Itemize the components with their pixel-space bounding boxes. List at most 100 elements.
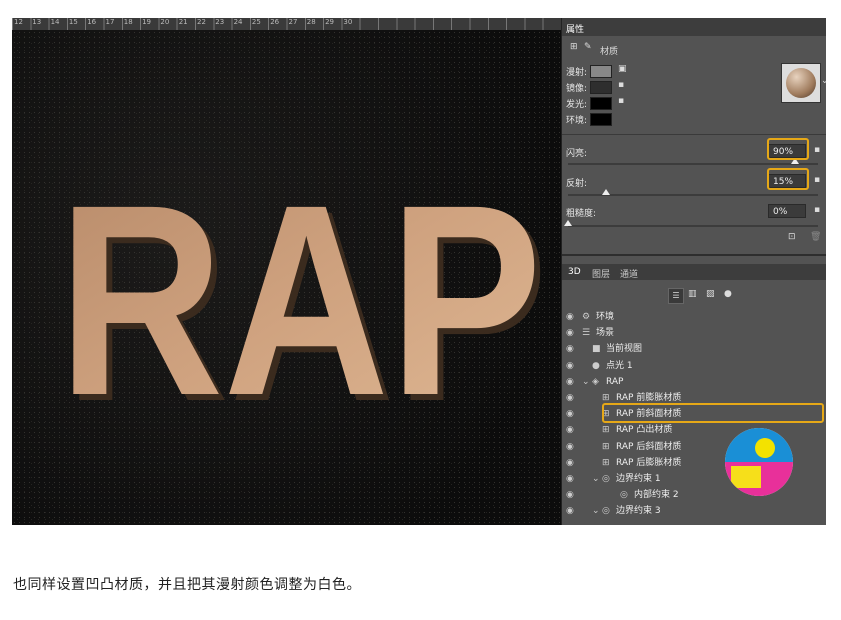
reflection-slider-thumb[interactable] bbox=[602, 189, 610, 195]
layer-row[interactable]: ◉ ⌄ ◈ RAP bbox=[562, 374, 826, 390]
tab-channels[interactable]: 通道 bbox=[620, 267, 638, 280]
layer-label: 内部约束 2 bbox=[634, 490, 679, 501]
shine-highlight-box bbox=[767, 138, 809, 160]
3d-filter-toolbar: ☰ ▥ ▨ ● bbox=[668, 288, 748, 304]
material-icon: ⊞ bbox=[602, 425, 610, 436]
material-filter-icon[interactable]: ▨ bbox=[706, 289, 715, 299]
visibility-eye-icon[interactable]: ◉ bbox=[566, 390, 574, 406]
visibility-eye-icon[interactable]: ◉ bbox=[566, 309, 574, 325]
shine-slider[interactable] bbox=[568, 163, 818, 165]
layer-row[interactable]: ◉ ⌄ ◎ 边界约束 3 bbox=[562, 503, 826, 519]
folder-icon[interactable]: ▪ bbox=[618, 80, 624, 90]
ruler-tick-label: 28 bbox=[306, 18, 316, 26]
ruler-tick-label: 26 bbox=[270, 18, 280, 26]
ruler-tick-label: 22 bbox=[197, 18, 206, 26]
visibility-eye-icon[interactable]: ◉ bbox=[566, 358, 574, 374]
expand-chevron-icon[interactable]: ⌄ bbox=[592, 503, 600, 519]
visibility-eye-icon[interactable]: ◉ bbox=[566, 471, 574, 487]
constraint-icon: ◎ bbox=[602, 506, 610, 517]
visibility-eye-icon[interactable]: ◉ bbox=[566, 422, 574, 438]
folder-icon[interactable]: ▪ bbox=[814, 145, 820, 155]
visibility-eye-icon[interactable]: ◉ bbox=[566, 374, 574, 390]
caption-text: 也同样设置凹凸材质，并且把其漫射颜色调整为白色。 bbox=[13, 577, 361, 593]
ruler-tick-label: 15 bbox=[68, 18, 78, 26]
roughness-slider-thumb[interactable] bbox=[564, 220, 572, 226]
ruler-tick-label: 30 bbox=[343, 18, 353, 26]
shine-label: 闪亮: bbox=[566, 149, 588, 159]
ruler-tick-label: 14 bbox=[50, 18, 60, 26]
mesh-icon: ◈ bbox=[592, 376, 599, 387]
folder-icon[interactable]: ▣ bbox=[618, 64, 627, 74]
layer-row[interactable]: ◉ ● 点光 1 bbox=[562, 358, 826, 374]
folder-icon[interactable]: ▪ bbox=[814, 175, 820, 185]
light-filter-icon[interactable]: ● bbox=[724, 289, 732, 299]
material-icon: ⊞ bbox=[602, 441, 610, 452]
material-mode-label: 材质 bbox=[600, 47, 619, 57]
trash-icon[interactable]: 🗑 bbox=[810, 232, 821, 242]
layer-label: 当前视图 bbox=[606, 344, 643, 355]
visibility-eye-icon[interactable]: ◉ bbox=[566, 325, 574, 341]
layer-label: RAP bbox=[606, 376, 624, 387]
ruler-tick-label: 18 bbox=[123, 18, 133, 26]
layers-tab-bar: 3D 图层 通道 bbox=[562, 264, 826, 280]
diffuse-label: 漫射: bbox=[566, 68, 588, 78]
rap-face-text: RAP bbox=[58, 148, 542, 452]
visibility-eye-icon[interactable]: ◉ bbox=[566, 503, 574, 519]
expand-chevron-icon[interactable]: ⌄ bbox=[582, 374, 590, 390]
visibility-eye-icon[interactable]: ◉ bbox=[566, 487, 574, 503]
diffuse-color-swatch[interactable] bbox=[590, 65, 612, 78]
ruler-tick-label: 12 bbox=[14, 18, 23, 26]
expand-chevron-icon[interactable]: ⌄ bbox=[592, 471, 600, 487]
ruler-tick-label: 17 bbox=[105, 18, 115, 26]
folder-icon[interactable]: ▪ bbox=[618, 96, 624, 106]
document-canvas[interactable]: RAP RAP bbox=[12, 30, 561, 525]
visibility-eye-icon[interactable]: ◉ bbox=[566, 455, 574, 471]
new-material-icon[interactable]: ⊡ bbox=[788, 232, 796, 242]
tab-layers[interactable]: 图层 bbox=[592, 267, 610, 280]
visibility-eye-icon[interactable]: ◉ bbox=[566, 406, 574, 422]
material-filter-icon[interactable]: ⊞ bbox=[570, 42, 578, 52]
layer-label: 环境 bbox=[596, 312, 615, 322]
chevron-down-icon[interactable]: ⌄ bbox=[821, 76, 826, 86]
ambient-color-swatch[interactable] bbox=[590, 113, 612, 126]
layer-label: 点光 1 bbox=[606, 360, 633, 371]
scene-icon: ☰ bbox=[582, 328, 591, 339]
camera-icon: ■ bbox=[592, 344, 601, 355]
roughness-slider[interactable] bbox=[568, 225, 818, 227]
ruler-tick-label: 25 bbox=[251, 18, 261, 26]
scene-filter-icon[interactable]: ☰ bbox=[668, 288, 684, 304]
constraint-icon: ◎ bbox=[602, 474, 610, 484]
roughness-label: 粗糙度: bbox=[566, 209, 597, 219]
visibility-eye-icon[interactable]: ◉ bbox=[566, 439, 574, 455]
illumination-color-swatch[interactable] bbox=[590, 97, 612, 110]
specular-color-swatch[interactable] bbox=[590, 81, 612, 94]
properties-tab[interactable]: 属性 bbox=[566, 22, 584, 35]
ruler-tick-label: 23 bbox=[215, 18, 225, 26]
watermark-logo bbox=[725, 428, 793, 496]
ruler-tick-label: 19 bbox=[142, 18, 152, 26]
layer-row[interactable]: ◉ ■ 当前视图 bbox=[562, 341, 826, 357]
tab-3d[interactable]: 3D bbox=[568, 267, 581, 277]
material-icon: ⊞ bbox=[602, 457, 610, 468]
layer-label: 场景 bbox=[596, 328, 615, 339]
folder-icon[interactable]: ▪ bbox=[814, 205, 820, 215]
mesh-filter-icon[interactable]: ▥ bbox=[688, 289, 697, 299]
ruler-tick-label: 21 bbox=[178, 18, 188, 26]
brush-icon[interactable]: ✎ bbox=[584, 42, 592, 52]
visibility-eye-icon[interactable]: ◉ bbox=[566, 341, 574, 357]
constraint-icon: ◎ bbox=[620, 490, 628, 501]
layer-row[interactable]: ◉ ☰ 场景 bbox=[562, 325, 826, 341]
ruler-tick-label: 20 bbox=[160, 18, 170, 26]
ambient-label: 环境: bbox=[566, 116, 588, 126]
layer-label: 边界约束 3 bbox=[616, 506, 661, 517]
divider bbox=[562, 254, 826, 256]
selected-layer-highlight-box bbox=[602, 403, 824, 423]
ruler-tick-label: 24 bbox=[233, 18, 243, 26]
roughness-input[interactable]: 0% bbox=[768, 204, 806, 218]
divider bbox=[562, 134, 826, 135]
material-preview-ball[interactable] bbox=[781, 63, 821, 103]
layer-label: RAP 后斜面材质 bbox=[616, 441, 682, 452]
ruler-tick-label: 29 bbox=[325, 18, 335, 26]
layer-row[interactable]: ◉ ⚙ 环境 bbox=[562, 309, 826, 325]
reflection-label: 反射: bbox=[566, 179, 588, 189]
